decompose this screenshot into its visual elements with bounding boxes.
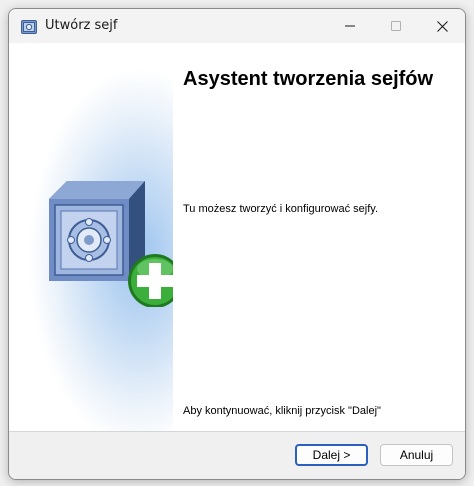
minimize-button[interactable] xyxy=(327,9,373,43)
wizard-description: Tu możesz tworzyć i konfigurować sejfy. xyxy=(183,203,379,215)
wizard-heading: Asystent tworzenia sejfów xyxy=(183,68,434,90)
cancel-button[interactable]: Anuluj xyxy=(380,444,453,466)
close-button[interactable] xyxy=(419,9,465,43)
close-icon xyxy=(436,20,448,32)
next-button[interactable]: Dalej > xyxy=(295,444,368,466)
safe-icon xyxy=(49,181,145,281)
safe-app-icon xyxy=(21,19,37,34)
safe-add-illustration xyxy=(45,177,173,311)
continue-hint: Aby kontynuować, kliknij przycisk "Dalej… xyxy=(183,405,381,417)
minimize-icon xyxy=(345,25,355,27)
maximize-button[interactable] xyxy=(373,9,419,43)
dialog-footer: Dalej > Anuluj xyxy=(9,431,465,479)
maximize-icon xyxy=(391,21,401,31)
wizard-content: Asystent tworzenia sejfów Tu możesz twor… xyxy=(173,43,465,431)
wizard-side-banner xyxy=(9,43,173,431)
title-bar[interactable]: Utwórz sejf xyxy=(9,9,465,43)
create-safe-dialog: Utwórz sejf Asystent tworzenia sejfów Tu… xyxy=(8,8,466,480)
window-title: Utwórz sejf xyxy=(45,18,118,33)
